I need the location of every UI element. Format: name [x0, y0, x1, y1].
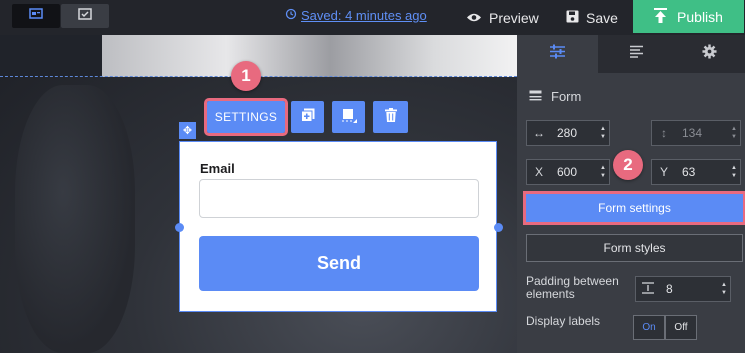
history-icon	[285, 8, 297, 23]
padding-field[interactable]: 8 ▲ ▼	[635, 276, 731, 302]
sliders-icon	[549, 44, 566, 64]
form-styles-button[interactable]: Form styles	[526, 234, 743, 262]
width-stepper[interactable]: ▲ ▼	[597, 125, 609, 141]
save-button[interactable]: Save	[566, 0, 618, 35]
step-marker-2: 2	[613, 150, 643, 180]
upload-icon	[654, 7, 668, 26]
top-bar: Saved: 4 minutes ago Preview Save Publis…	[0, 0, 745, 35]
padding-label: Padding between elements	[526, 274, 619, 301]
y-value: 63	[682, 165, 696, 179]
publish-label: Publish	[677, 8, 723, 25]
saved-status-link[interactable]: Saved: 4 minutes ago	[285, 8, 427, 23]
y-label: Y	[659, 165, 668, 179]
duplicate-icon	[300, 108, 315, 127]
text-align-icon	[629, 45, 644, 63]
width-field[interactable]: ↔ 280 ▲ ▼	[526, 120, 610, 146]
y-stepper[interactable]: ▲ ▼	[728, 164, 740, 180]
move-icon: ✥	[182, 125, 193, 137]
layer-icon	[341, 107, 357, 128]
mobile-view-button[interactable]	[61, 4, 109, 28]
padding-value: 8	[666, 282, 673, 296]
display-labels-on[interactable]: On	[633, 315, 665, 340]
eye-icon	[466, 10, 482, 26]
padding-icon	[636, 281, 660, 297]
preview-label: Preview	[489, 9, 539, 26]
section-title-text: Form	[551, 89, 582, 104]
form-widget[interactable]: Email Send	[179, 141, 497, 312]
desktop-view-button[interactable]	[12, 4, 60, 28]
saved-status-text: Saved: 4 minutes ago	[301, 8, 427, 23]
background-image-top	[102, 35, 517, 77]
email-field[interactable]	[199, 179, 479, 218]
height-value: 134	[682, 126, 703, 140]
width-arrows-icon: ↔	[533, 126, 545, 140]
resize-handle-right[interactable]	[494, 223, 503, 232]
mobile-icon	[78, 7, 92, 25]
email-label: Email	[200, 161, 235, 176]
height-stepper[interactable]: ▲ ▼	[728, 125, 740, 141]
tab-text[interactable]	[598, 35, 674, 73]
x-stepper[interactable]: ▲ ▼	[597, 164, 609, 180]
save-label: Save	[586, 9, 618, 26]
y-position-field[interactable]: Y 63 ▲ ▼	[651, 159, 741, 185]
form-settings-button[interactable]: Form settings	[523, 191, 745, 225]
width-value: 280	[557, 126, 578, 140]
desktop-icon	[29, 7, 43, 25]
gear-icon	[702, 44, 717, 64]
settings-button[interactable]: SETTINGS	[204, 98, 288, 136]
move-handle[interactable]: ✥	[179, 122, 196, 139]
settings-label: SETTINGS	[214, 110, 278, 124]
tab-design[interactable]	[517, 35, 598, 73]
height-arrows-icon: ↕	[661, 126, 667, 140]
panel-tabs: ▸▸▸	[517, 35, 745, 73]
padding-stepper[interactable]: ▲ ▼	[718, 281, 730, 297]
step-marker-1: 1	[231, 61, 261, 91]
resize-handle-left[interactable]	[175, 223, 184, 232]
x-position-field[interactable]: X 600 ▲ ▼	[526, 159, 610, 185]
send-button[interactable]: Send	[199, 236, 479, 291]
display-labels-label: Display labels	[526, 314, 601, 328]
background-shape	[15, 85, 135, 353]
x-value: 600	[557, 165, 578, 179]
x-label: X	[534, 165, 543, 179]
properties-panel: ▸▸▸ Form ↔ 280 ▲▼ ↕ 134 ▲▼	[517, 35, 745, 353]
form-icon	[529, 89, 542, 104]
panel-section-title: Form	[529, 89, 581, 104]
duplicate-button[interactable]	[291, 101, 324, 133]
height-field[interactable]: ↕ 134 ▲ ▼	[651, 120, 741, 146]
tab-settings[interactable]	[674, 35, 745, 73]
delete-button[interactable]	[373, 101, 408, 133]
layer-button[interactable]	[332, 101, 365, 133]
trash-icon	[384, 107, 397, 127]
preview-button[interactable]: Preview	[466, 0, 539, 35]
publish-button[interactable]: Publish	[633, 0, 744, 33]
floppy-icon	[566, 10, 579, 26]
display-labels-off[interactable]: Off	[665, 315, 697, 340]
